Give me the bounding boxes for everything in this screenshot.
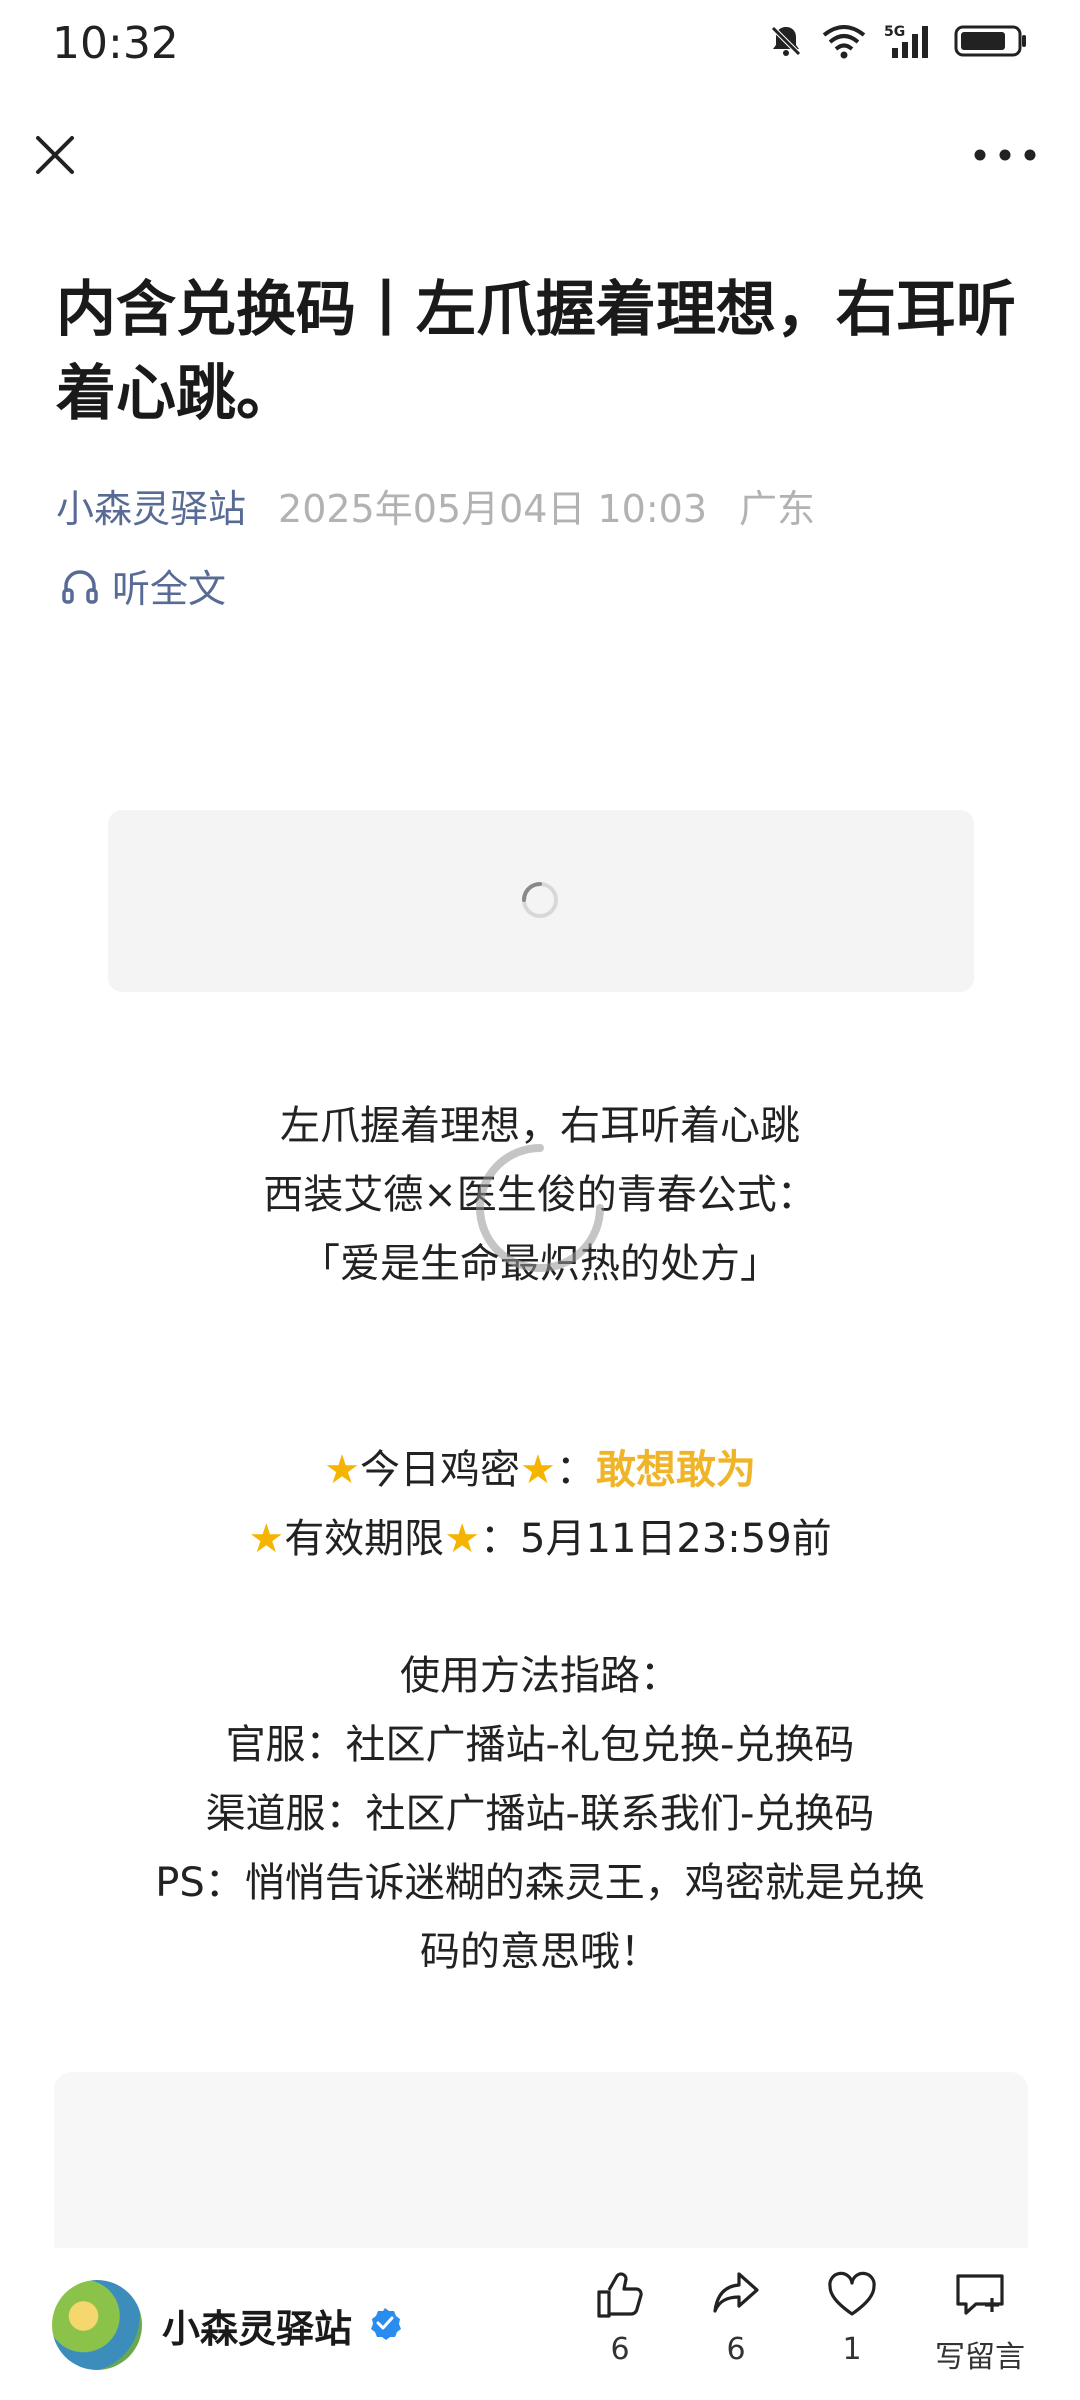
favorite-button[interactable]: 1 [794, 2268, 910, 2376]
expiry-label: 有效期限 [284, 1516, 445, 1562]
mute-bell-icon [771, 26, 801, 56]
svg-text:5G: 5G [884, 24, 905, 40]
comment-label: 写留言 [935, 2340, 1025, 2375]
expiry-line: ★有效期限★：5月11日23:59前 [0, 1505, 1080, 1574]
thumbs-up-icon [597, 2272, 643, 2318]
more-options-icon[interactable] [970, 140, 1040, 170]
content-card-placeholder [54, 2072, 1028, 2252]
usage-line: 官服：社区广播站-礼包兑换-兑换码 [225, 1722, 855, 1768]
listen-full-article-button[interactable]: 听全文 [60, 558, 226, 613]
publish-location: 广东 [739, 487, 816, 531]
share-arrow-icon [713, 2272, 759, 2313]
code-line: ★今日鸡密★：敢想敢为 [0, 1436, 1080, 1505]
usage-block: 使用方法指路： 官服：社区广播站-礼包兑换-兑换码 渠道服：社区广播站-联系我们… [0, 1642, 1080, 1987]
usage-line: 码的意思哦！ [420, 1929, 660, 1975]
loading-spinner-icon [522, 882, 558, 918]
verified-badge-icon [371, 2308, 401, 2340]
redeem-code-block: ★今日鸡密★：敢想敢为 ★有效期限★：5月11日23:59前 [0, 1436, 1080, 1574]
share-button[interactable]: 6 [678, 2268, 794, 2376]
heart-icon [828, 2271, 876, 2316]
star-icon: ★ [324, 1447, 360, 1493]
star-icon: ★ [444, 1516, 481, 1562]
expiry-value: 5月11日23:59前 [520, 1516, 832, 1562]
star-icon: ★ [520, 1447, 556, 1493]
colon: ： [555, 1447, 596, 1493]
account-avatar[interactable] [52, 2280, 142, 2370]
close-icon[interactable] [30, 130, 80, 180]
article-title: 内含兑换码丨左爪握着理想，右耳听着心跳。 [56, 275, 1016, 429]
author-link[interactable]: 小森灵驿站 [56, 478, 246, 533]
code-label: 今日鸡密 [360, 1447, 520, 1493]
image-placeholder [108, 810, 974, 992]
share-count: 6 [726, 2332, 746, 2367]
article-meta: 小森灵驿站 2025年05月04日 10:03 广东 [56, 478, 815, 533]
status-bar: 10:32 5G [0, 0, 1080, 90]
loading-spinner-large-icon [476, 1144, 604, 1272]
write-comment-button[interactable]: 写留言 [910, 2268, 1050, 2376]
headphones-icon [62, 569, 98, 604]
status-icons: 5G [768, 22, 1028, 60]
publish-date: 2025年05月04日 10:03 [278, 487, 708, 531]
colon: ： [480, 1516, 521, 1562]
like-button[interactable]: 6 [562, 2268, 678, 2376]
account-name[interactable]: 小森灵驿站 [162, 2298, 352, 2353]
favorite-count: 1 [842, 2332, 862, 2367]
action-group: 6 6 1 写留言 [562, 2268, 1050, 2376]
battery-icon [954, 25, 1026, 57]
star-icon: ★ [248, 1516, 285, 1562]
comment-add-icon [956, 2274, 1004, 2315]
signal-5g-icon: 5G [884, 24, 928, 58]
usage-line: PS：悄悄告诉迷糊的森灵王，鸡密就是兑换 [155, 1860, 925, 1906]
usage-title: 使用方法指路： [400, 1653, 680, 1699]
listen-label: 听全文 [112, 567, 227, 611]
usage-line: 渠道服：社区广播站-联系我们-兑换码 [205, 1791, 875, 1837]
redeem-code-value[interactable]: 敢想敢为 [596, 1447, 756, 1493]
like-count: 6 [610, 2332, 630, 2367]
wifi-icon [822, 25, 866, 59]
top-nav [0, 110, 1080, 200]
bottom-action-bar: 小森灵驿站 6 6 1 写留言 [0, 2248, 1080, 2400]
status-time: 10:32 [52, 18, 179, 69]
